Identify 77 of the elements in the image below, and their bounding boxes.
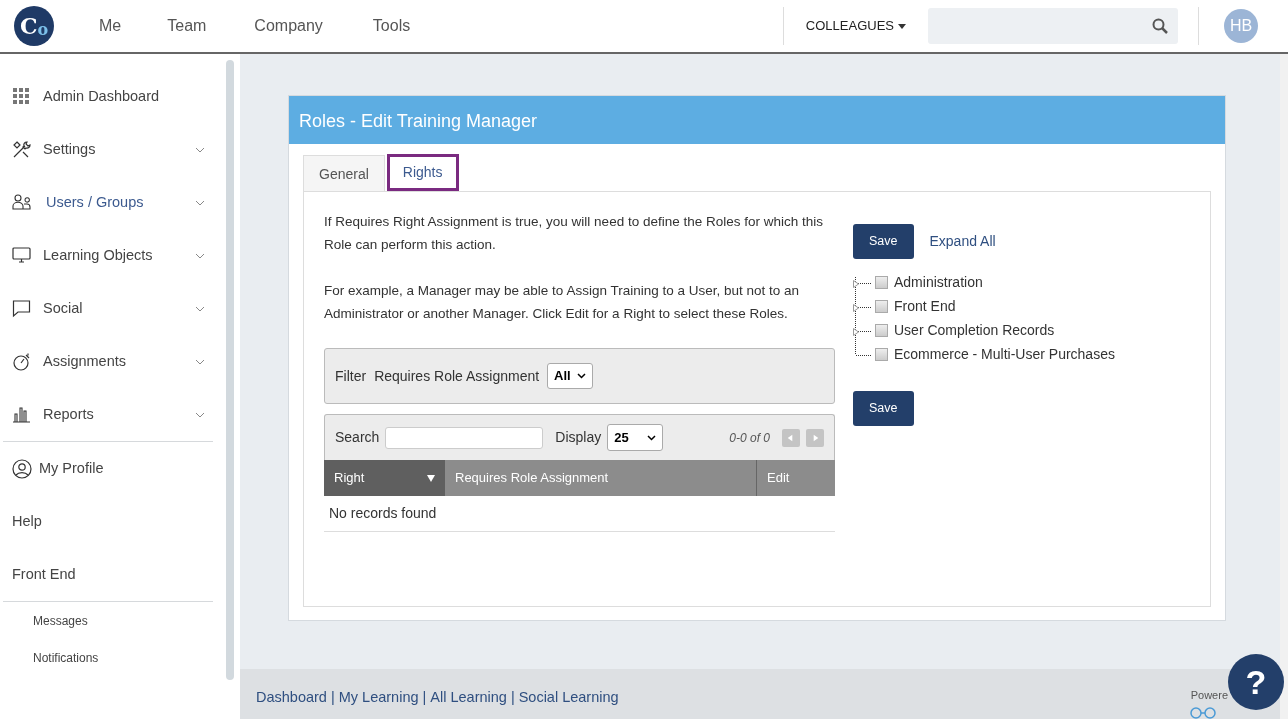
checkbox[interactable] — [875, 300, 888, 314]
tree-item-label[interactable]: Front End — [894, 296, 956, 318]
stopwatch-icon — [12, 351, 32, 372]
save-button[interactable]: Save — [853, 390, 914, 426]
monitor-icon — [12, 245, 32, 266]
scrollbar[interactable] — [226, 60, 234, 680]
nav-link[interactable]: Tools — [372, 14, 411, 38]
empty-message: No records found — [329, 505, 437, 521]
card-title: Roles - Edit Training Manager — [289, 96, 1225, 144]
footer-link[interactable]: My Learning — [338, 687, 419, 709]
footer-link[interactable]: Dashboard — [256, 687, 327, 709]
sidebar-item[interactable]: Reports — [0, 388, 213, 441]
field-label: Requires Role Assignment — [374, 366, 540, 386]
link-separator: | — [330, 688, 335, 707]
sidebar-item[interactable]: Help — [0, 495, 213, 548]
speech-bubble-icon — [12, 298, 32, 319]
checkbox[interactable] — [875, 324, 888, 338]
nav-link[interactable]: Me — [99, 14, 122, 38]
search-label: Search — [335, 428, 380, 447]
users-icon — [12, 192, 32, 213]
search-field[interactable] — [385, 426, 544, 449]
nav-link[interactable]: Company — [254, 14, 323, 38]
chevron-icon[interactable] — [195, 252, 205, 259]
footer-link[interactable]: Social Learning — [518, 687, 619, 709]
chevron-icon — [646, 434, 656, 441]
tree-item-label[interactable]: User Completion Records — [894, 320, 1055, 342]
expand-all-link[interactable]: Expand All — [929, 230, 996, 252]
footer-link[interactable]: All Learning — [430, 687, 507, 709]
sidebar-item[interactable]: Social — [0, 282, 213, 335]
powered-by-text: Powere — [1190, 688, 1228, 703]
chevron-icon[interactable] — [195, 358, 205, 365]
display-select[interactable]: 25 — [607, 423, 663, 452]
checkbox[interactable] — [875, 348, 888, 362]
search-field[interactable] — [928, 8, 1178, 44]
sidebar-item[interactable]: Notifications — [0, 639, 213, 676]
tab[interactable]: Rights — [386, 154, 459, 191]
sidebar-item[interactable]: Settings — [0, 123, 213, 176]
column-header[interactable]: Right — [324, 460, 445, 496]
paragraph: For example, a Manager may be able to Assign Training to a User, but not to an Administrator or another Manager. Click Edit for a Right to select these Roles. — [324, 282, 801, 323]
colleagues-dropdown[interactable]: COLLEAGUES — [799, 15, 912, 37]
paragraph: If Requires Right Assignment is true, you will need to define the Roles for which this Role can perform this action. — [324, 213, 824, 254]
page-range: 0-0 of 0 — [729, 429, 770, 447]
tools-icon — [12, 139, 32, 160]
filter-label: Filter — [335, 366, 367, 386]
chevron-icon[interactable] — [195, 199, 205, 206]
sort-icon[interactable] — [427, 474, 435, 482]
chevron-icon — [576, 373, 586, 379]
grid-icon — [12, 86, 32, 107]
logo[interactable]: Co — [14, 6, 54, 46]
tree-item-label[interactable]: Ecommerce - Multi-User Purchases — [894, 344, 1115, 366]
link-separator: | — [510, 688, 515, 707]
sidebar-item[interactable]: Learning Objects — [0, 229, 213, 282]
save-button[interactable]: Save — [853, 224, 914, 259]
link-separator: | — [422, 688, 427, 707]
expand-icon[interactable] — [853, 279, 859, 288]
sidebar-item[interactable]: Messages — [0, 602, 213, 639]
sidebar-item[interactable]: Admin Dashboard — [0, 70, 213, 123]
checkbox[interactable] — [875, 276, 888, 290]
sidebar-item[interactable]: Users / Groups — [0, 176, 213, 229]
search-icon[interactable] — [1152, 18, 1168, 34]
sidebar-item[interactable]: Assignments — [0, 335, 213, 388]
chevron-icon[interactable] — [195, 305, 205, 312]
person-icon — [12, 458, 32, 479]
display-label: Display — [555, 428, 602, 447]
sidebar-item[interactable]: Front End — [0, 548, 213, 601]
expand-icon[interactable] — [853, 327, 859, 336]
chevron-icon[interactable] — [195, 146, 205, 153]
caret-icon — [898, 23, 906, 29]
tab[interactable]: General — [303, 155, 385, 191]
bar-chart-icon — [12, 404, 32, 425]
sidebar-item[interactable]: My Profile — [0, 442, 213, 495]
scrollbar[interactable] — [1280, 54, 1288, 719]
nav-link[interactable]: Team — [167, 14, 207, 38]
expand-icon[interactable] — [853, 303, 859, 312]
chevron-icon[interactable] — [195, 411, 205, 418]
tree-item-label[interactable]: Administration — [894, 272, 983, 294]
filter-select[interactable]: All — [547, 363, 593, 389]
